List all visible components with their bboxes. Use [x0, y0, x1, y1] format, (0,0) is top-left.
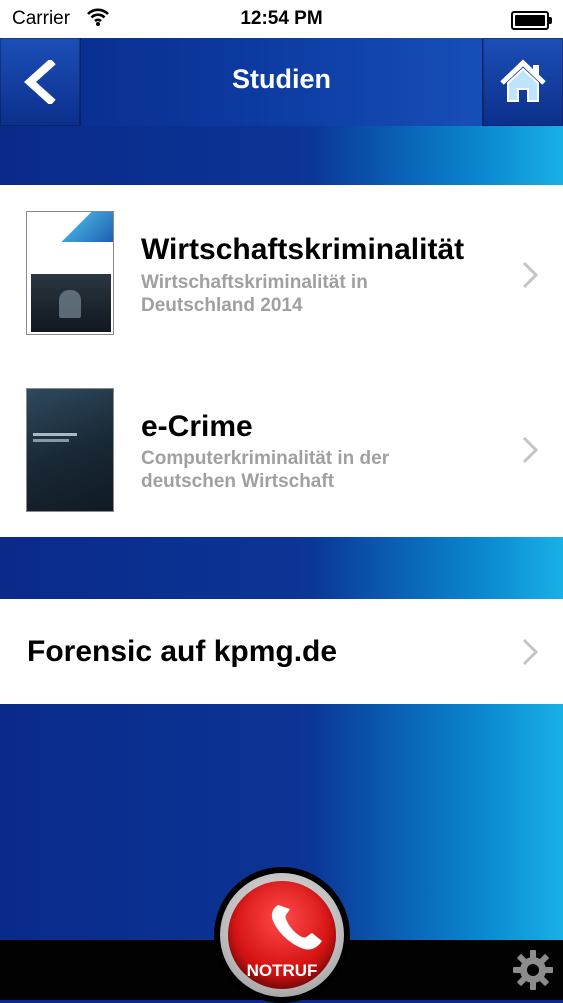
decorative-band: [0, 537, 563, 599]
studies-list: Wirtschaftskriminalität Wirtschaftskrimi…: [0, 185, 563, 537]
list-item-subtitle: Wirtschaftskriminalität in Deutschland 2…: [141, 272, 368, 316]
chevron-right-icon: [522, 261, 539, 289]
gear-icon[interactable]: [511, 948, 555, 992]
forensic-link-label: Forensic auf kpmg.de: [27, 635, 338, 668]
chevron-right-icon: [522, 638, 539, 666]
list-item-title: Wirtschaftskriminalität: [141, 233, 465, 266]
study-cover-thumbnail: [26, 388, 114, 512]
list-item-subtitle: Computerkriminalität in der deutschen Wi…: [141, 448, 390, 492]
status-bar: Carrier 12:54 PM: [0, 0, 563, 38]
navigation-bar: Studien: [0, 38, 563, 128]
forensic-link-row[interactable]: Forensic auf kpmg.de: [0, 599, 563, 704]
home-button[interactable]: [482, 38, 563, 126]
study-cover-thumbnail: [26, 211, 114, 335]
decorative-band: [0, 126, 563, 185]
home-icon: [500, 59, 546, 102]
emergency-call-button[interactable]: NOTRUF: [214, 867, 350, 1003]
phone-icon: [271, 905, 322, 950]
battery-icon: [511, 11, 552, 30]
list-item-title: e-Crime: [141, 410, 253, 443]
chevron-right-icon: [522, 436, 539, 464]
page-title: Studien: [232, 64, 331, 94]
list-item-e-crime[interactable]: e-Crime Computerkriminalität in der deut…: [0, 361, 563, 537]
emergency-label: NOTRUF: [246, 961, 318, 980]
list-item-wirtschaftskriminalitaet[interactable]: Wirtschaftskriminalität Wirtschaftskrimi…: [0, 185, 563, 361]
clock: 12:54 PM: [240, 8, 323, 29]
